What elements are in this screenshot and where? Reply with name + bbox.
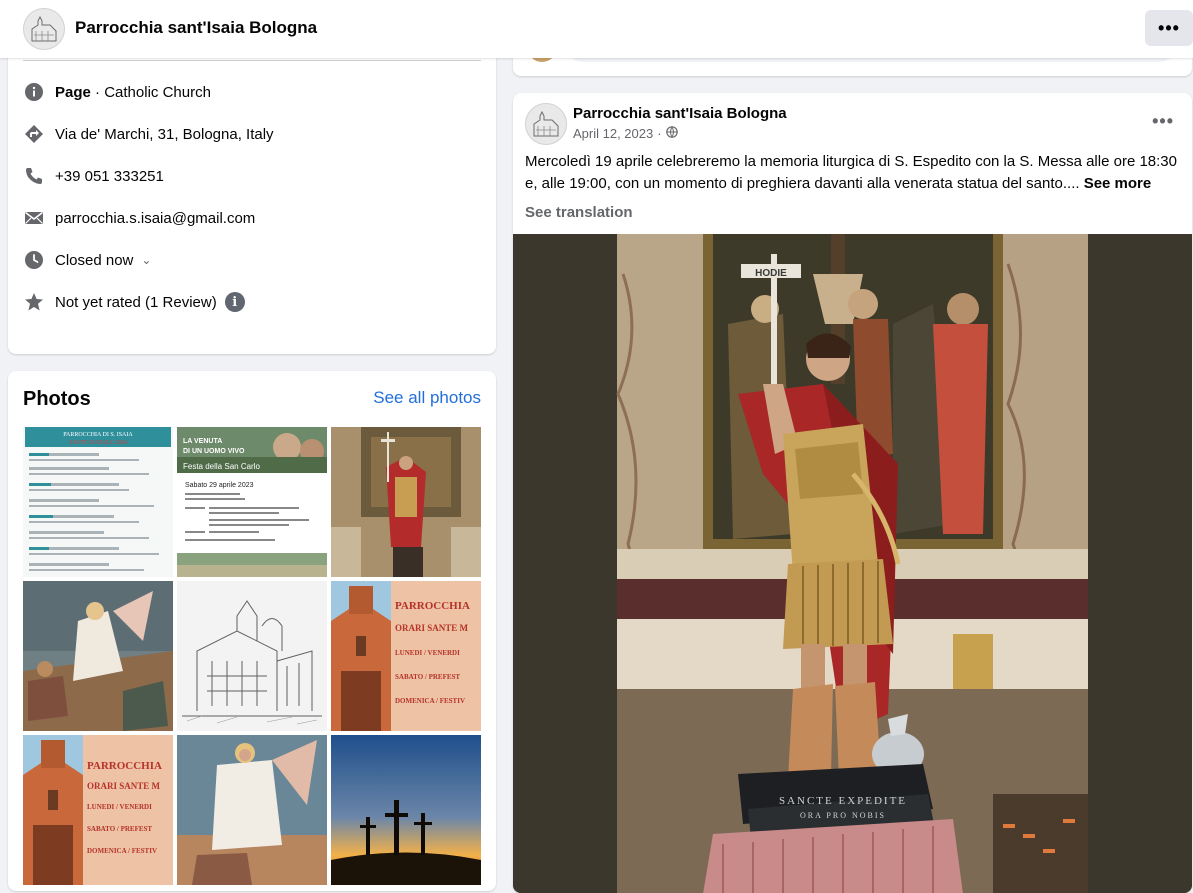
directions-icon [23, 123, 45, 145]
page-title[interactable]: Parrocchia sant'Isaia Bologna [75, 18, 317, 38]
info-icon [23, 81, 45, 103]
photo-three-crosses[interactable] [331, 735, 481, 885]
post-text: Mercoledì 19 aprile celebreremo la memor… [525, 151, 1185, 195]
chevron-down-icon[interactable]: ⌄ [141, 253, 151, 267]
festa-date: Sabato 29 aprile 2023 [185, 482, 254, 489]
orari-line-2d: DOMENICA / FESTIV [87, 847, 157, 855]
base-inscription-1: SANCTE EXPEDITE [779, 795, 907, 807]
orari-title-1: PARROCCHIA [395, 600, 470, 612]
post-author-name[interactable]: Parrocchia sant'Isaia Bologna [573, 105, 787, 122]
orari-line-1b: LUNEDI / VENERDI [395, 649, 460, 657]
church-sketch-icon [526, 104, 566, 144]
photo-fresco-angel[interactable] [23, 581, 173, 731]
photo-angel-tomb[interactable] [177, 735, 327, 885]
orari-line-2a: ORARI SANTE M [87, 781, 161, 791]
base-inscription-2: ORA PRO NOBIS [800, 811, 886, 820]
photo-christmas-schedule[interactable]: PARROCCHIA DI S. ISAIA SANTO NATALE 2024 [23, 427, 173, 577]
rating-text: Not yet rated (1 Review) [55, 293, 217, 311]
clock-icon [23, 249, 45, 271]
phone-row[interactable]: +39 051 333251 [23, 162, 164, 190]
email-icon [23, 207, 45, 229]
page-header: Parrocchia sant'Isaia Bologna ••• [0, 0, 1193, 58]
rating-info-icon[interactable]: i [224, 292, 245, 312]
poster-subtitle: SANTO NATALE 2024 [69, 440, 127, 446]
svg-text:DI UN UOMO VIVO: DI UN UOMO VIVO [183, 448, 245, 455]
orari-line-1c: SABATO / PREFEST [395, 673, 460, 681]
photos-heading: Photos [23, 388, 91, 410]
category-label: Page [55, 83, 91, 101]
see-more-link[interactable]: See more [1084, 175, 1152, 192]
svg-text:LA VENUTA: LA VENUTA [183, 438, 222, 445]
category-separator: · [90, 83, 105, 101]
photo-festa-san-carlo[interactable]: LA VENUTA DI UN UOMO VIVO Festa della Sa… [177, 427, 327, 577]
post-date[interactable]: April 12, 2023 [573, 126, 653, 141]
address-row[interactable]: Via de' Marchi, 31, Bologna, Italy [23, 120, 274, 148]
photo-church-drawing[interactable] [177, 581, 327, 731]
orari-title-2: PARROCCHIA [87, 760, 162, 772]
rating-row: Not yet rated (1 Review) i [23, 288, 245, 316]
photos-card: Photos See all photos PARROCCHIA DI S. I… [8, 371, 496, 891]
page-avatar[interactable] [23, 8, 65, 50]
globe-icon [665, 126, 678, 141]
address-text: Via de' Marchi, 31, Bologna, Italy [55, 125, 274, 143]
divider [23, 60, 481, 61]
orari-line-2c: SABATO / PREFEST [87, 825, 152, 833]
phone-icon [23, 165, 45, 187]
post-image-statue[interactable]: HODIE SANCTE EXPEDITE ORA PRO NOBIS [513, 234, 1192, 893]
post-more-options-button[interactable]: ••• [1152, 111, 1174, 132]
email-row[interactable]: parrocchia.s.isaia@gmail.com [23, 204, 255, 232]
see-all-photos-link[interactable]: See all photos [373, 388, 481, 408]
post-meta: April 12, 2023 · [573, 126, 678, 141]
orari-line-2b: LUNEDI / VENERDI [87, 803, 152, 811]
photo-statue-small[interactable] [331, 427, 481, 577]
category-value: Catholic Church [104, 83, 211, 101]
email-text: parrocchia.s.isaia@gmail.com [55, 209, 256, 227]
star-icon [23, 291, 45, 313]
more-options-button[interactable]: ••• [1145, 10, 1193, 46]
hours-row[interactable]: Closed now ⌄ [23, 246, 151, 274]
intro-card: Page · Catholic Church Via de' Marchi, 3… [8, 40, 496, 354]
photo-orari-1[interactable]: PARROCCHIA ORARI SANTE M LUNEDI / VENERD… [331, 581, 481, 731]
post-text-content: Mercoledì 19 aprile celebreremo la memor… [525, 153, 1177, 192]
category-row: Page · Catholic Church [23, 78, 211, 106]
see-translation-link[interactable]: See translation [525, 204, 633, 221]
post-card: Parrocchia sant'Isaia Bologna April 12, … [513, 93, 1192, 893]
orari-line-1d: DOMENICA / FESTIV [395, 697, 465, 705]
orari-line-1a: ORARI SANTE M [395, 623, 469, 633]
hours-status: Closed now [55, 251, 134, 269]
phone-text: +39 051 333251 [55, 167, 164, 185]
poster-title: PARROCCHIA DI S. ISAIA [63, 432, 133, 438]
festa-title: Festa della San Carlo [183, 462, 260, 471]
church-sketch-icon [24, 9, 64, 49]
cross-inscription: HODIE [755, 268, 787, 279]
photo-orari-2[interactable]: PARROCCHIA ORARI SANTE M LUNEDI / VENERD… [23, 735, 173, 885]
post-author-avatar[interactable] [525, 103, 567, 145]
